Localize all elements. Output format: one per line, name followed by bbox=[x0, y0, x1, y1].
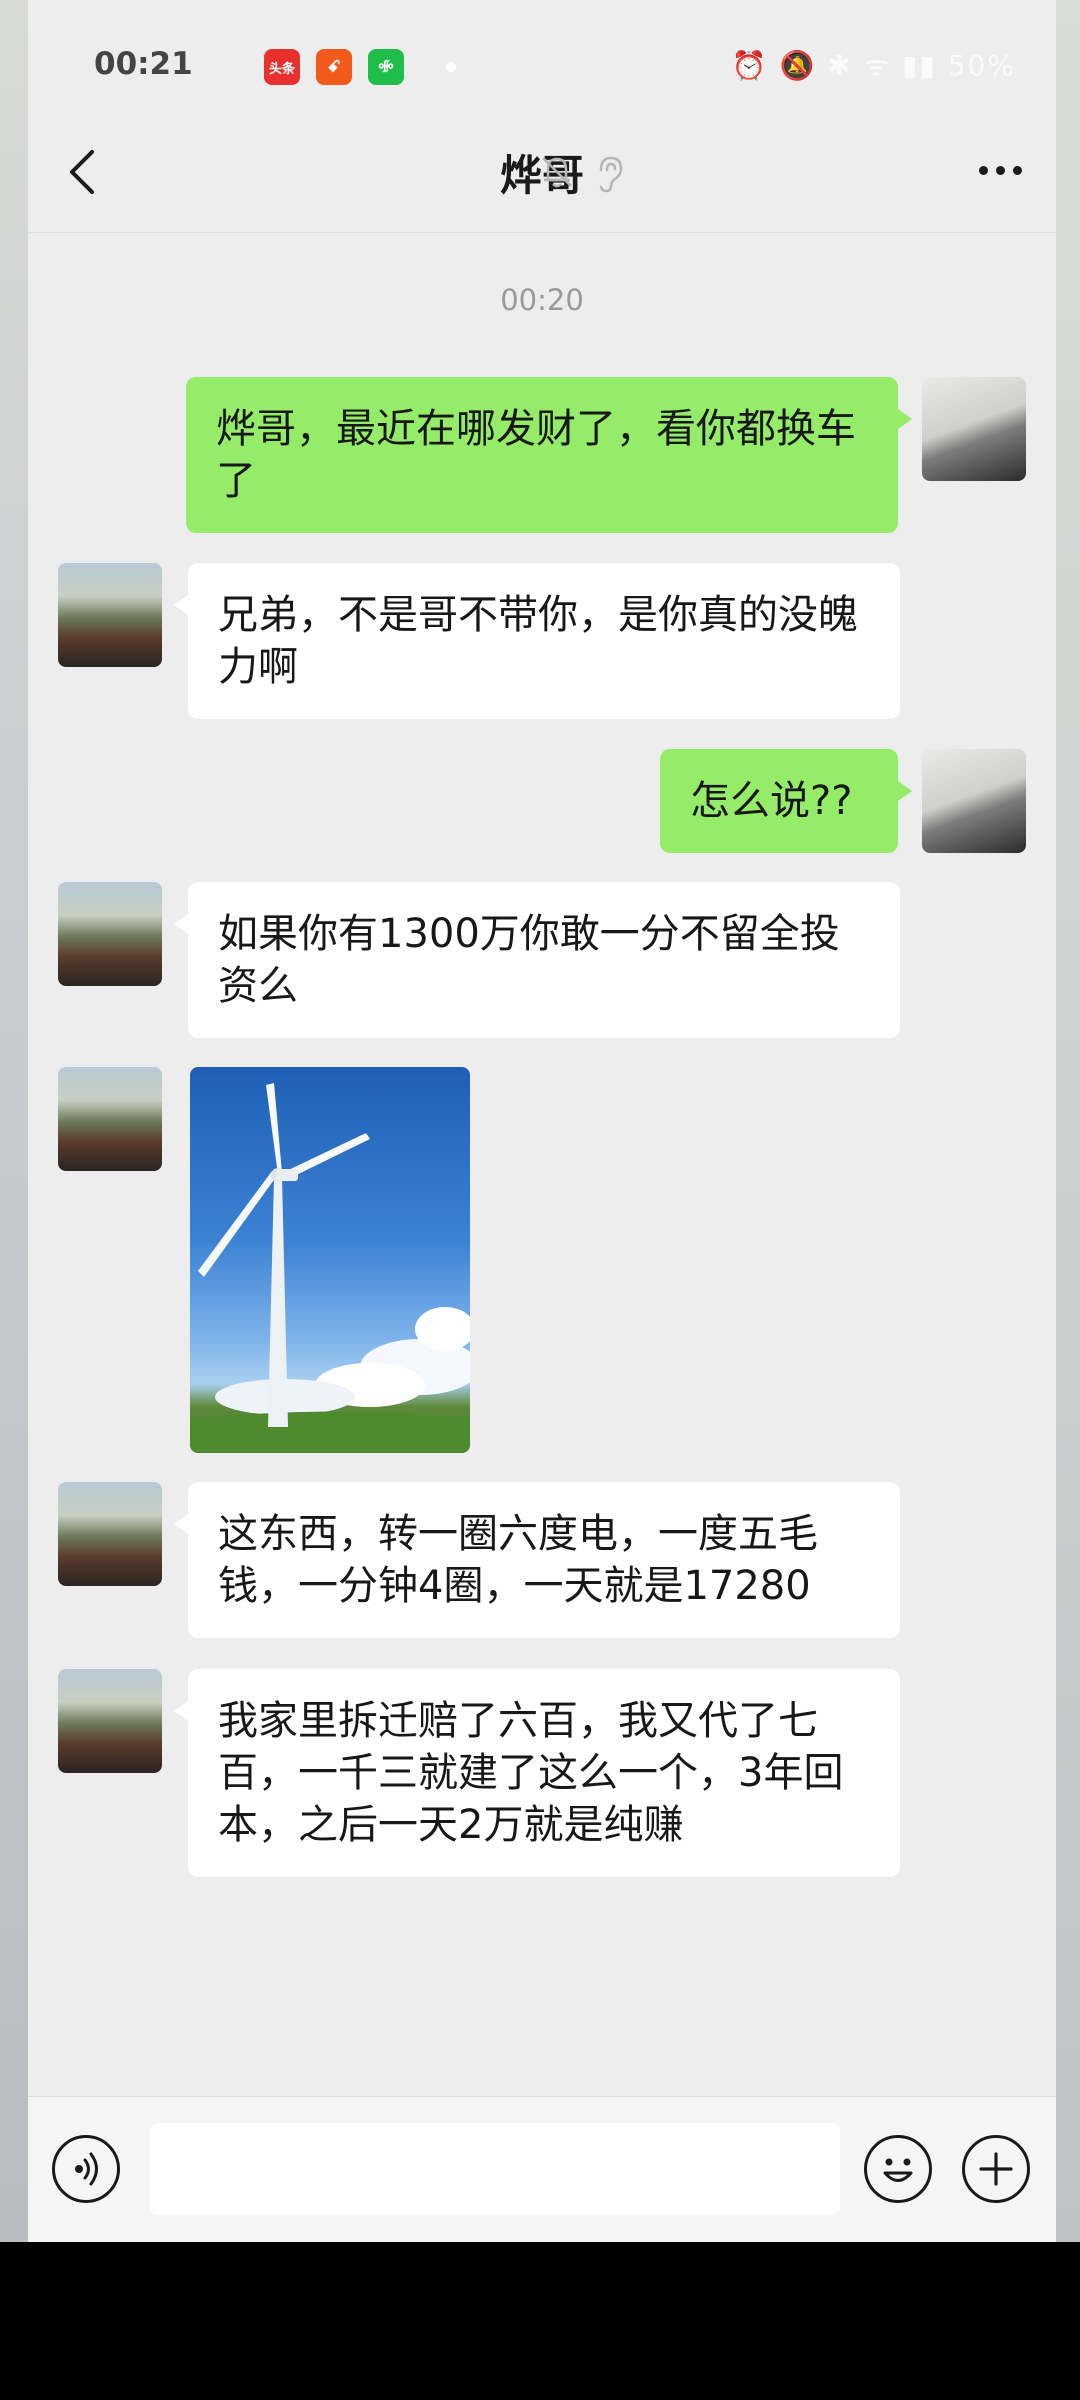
friend-avatar[interactable] bbox=[58, 1067, 162, 1171]
chat-screen: 00:21 头条 ꗃ ꗂ ⏰ 🔕 ✱ ᯤ ▮▮ 50% 烨哥 00:20 烨哥，… bbox=[28, 0, 1056, 2242]
wind-turbine-photo[interactable] bbox=[190, 1067, 470, 1453]
orange-app-icon: ꗃ bbox=[316, 49, 352, 85]
message-bubble-incoming[interactable]: 如果你有1300万你敢一分不留全投资么 bbox=[174, 882, 900, 1038]
green-app-icon: ꗂ bbox=[368, 49, 404, 85]
plus-button[interactable] bbox=[962, 2135, 1030, 2203]
right-screen-margin bbox=[1056, 0, 1080, 2242]
more-button[interactable] bbox=[970, 150, 1030, 190]
message-bubble-incoming[interactable]: 兄弟，不是哥不带你，是你真的没魄力啊 bbox=[174, 563, 900, 719]
status-indicators: ⏰ 🔕 ✱ ᯤ ▮▮ 50% bbox=[731, 49, 1016, 82]
ear-icon bbox=[599, 156, 623, 193]
friend-avatar[interactable] bbox=[58, 1669, 162, 1773]
friend-avatar[interactable] bbox=[58, 563, 162, 667]
my-avatar[interactable] bbox=[922, 749, 1026, 853]
bell-muted-icon bbox=[542, 157, 572, 188]
my-avatar[interactable] bbox=[922, 377, 1026, 481]
friend-avatar[interactable] bbox=[58, 1482, 162, 1586]
message-input[interactable] bbox=[150, 2123, 840, 2215]
status-time: 00:21 bbox=[94, 46, 193, 82]
toutiao-app-icon: 头条 bbox=[264, 49, 300, 85]
friend-avatar[interactable] bbox=[58, 882, 162, 986]
status-bar: 00:21 头条 ꗃ ꗂ ⏰ 🔕 ✱ ᯤ ▮▮ 50% bbox=[28, 0, 1056, 135]
more-dots-icon bbox=[978, 165, 988, 175]
input-bar bbox=[28, 2096, 1056, 2242]
emoji-icon bbox=[883, 2158, 913, 2182]
plus-icon bbox=[979, 2152, 1013, 2186]
emoji-button[interactable] bbox=[864, 2135, 932, 2203]
message-bubble-outgoing[interactable]: 烨哥，最近在哪发财了，看你都换车了 bbox=[186, 377, 912, 533]
wind-turbine-icon bbox=[190, 1083, 470, 1453]
notification-dot bbox=[446, 62, 456, 72]
left-screen-margin bbox=[0, 0, 28, 2242]
message-bubble-outgoing[interactable]: 怎么说?? bbox=[660, 749, 912, 853]
voice-icon bbox=[75, 2152, 98, 2186]
message-bubble-incoming[interactable]: 这东西，转一圈六度电，一度五毛钱，一分钟4圈，一天就是17280 bbox=[174, 1482, 900, 1638]
chat-timestamp: 00:20 bbox=[500, 283, 584, 317]
chat-header: 烨哥 bbox=[28, 120, 1056, 233]
message-bubble-incoming[interactable]: 我家里拆迁赔了六百，我又代了七百，一千三就建了这么一个，3年回本，之后一天2万就… bbox=[174, 1669, 900, 1877]
voice-button[interactable] bbox=[52, 2135, 120, 2203]
